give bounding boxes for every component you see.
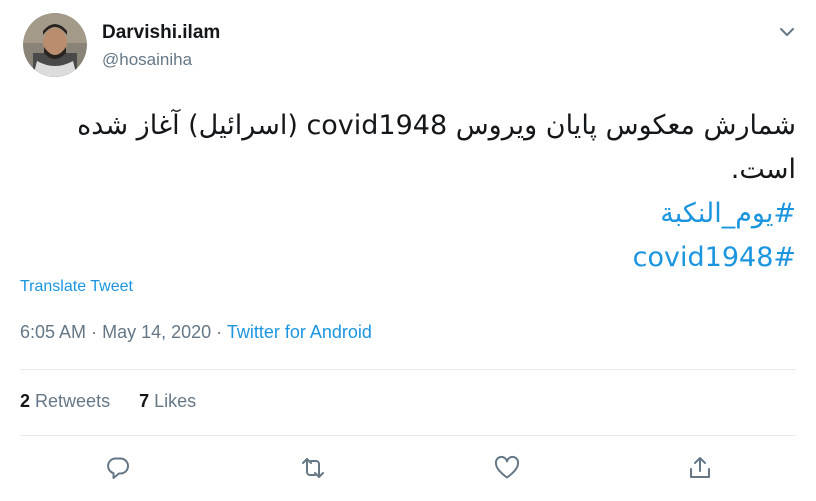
avatar[interactable] — [23, 13, 87, 77]
tweet-meta: 6:05 AM · May 14, 2020 · Twitter for And… — [20, 322, 372, 343]
retweets-count: 2 — [20, 391, 31, 411]
tweet-stats: 2 Retweets 7 Likes — [20, 391, 220, 412]
retweets-label: Retweets — [35, 391, 111, 411]
retweets-stat[interactable]: 2 Retweets — [20, 391, 110, 411]
meta-separator: · — [91, 322, 98, 342]
divider — [20, 369, 796, 370]
tweet-date[interactable]: May 14, 2020 — [102, 322, 211, 342]
retweet-icon[interactable] — [299, 454, 327, 482]
hashtag-link-covid1948[interactable]: #covid1948 — [633, 242, 796, 273]
likes-count: 7 — [139, 391, 150, 411]
hashtag-link-yawm-al-nakba[interactable]: #یوم_النکبة — [660, 198, 796, 229]
tweet-text-line-2: است. — [730, 154, 796, 185]
author-handle[interactable]: @hosainiha — [102, 50, 192, 70]
likes-label: Likes — [154, 391, 197, 411]
tweet-text: شمارش معکوس پایان ویروس covid1948 (اسرائ… — [26, 104, 796, 280]
chevron-down-icon[interactable] — [776, 21, 798, 43]
avatar-photo — [23, 13, 87, 77]
tweet-time[interactable]: 6:05 AM — [20, 322, 86, 342]
heart-icon[interactable] — [493, 454, 521, 482]
tweet-source-link[interactable]: Twitter for Android — [227, 322, 372, 342]
share-icon[interactable] — [686, 454, 714, 482]
author-name[interactable]: Darvishi.ilam — [102, 22, 220, 44]
meta-separator: · — [216, 322, 223, 342]
tweet-text-line-1: شمارش معکوس پایان ویروس covid1948 (اسرائ… — [77, 110, 796, 141]
translate-tweet-link[interactable]: Translate Tweet — [20, 278, 133, 296]
reply-icon[interactable] — [104, 454, 132, 482]
divider — [20, 435, 796, 436]
likes-stat[interactable]: 7 Likes — [139, 391, 196, 411]
